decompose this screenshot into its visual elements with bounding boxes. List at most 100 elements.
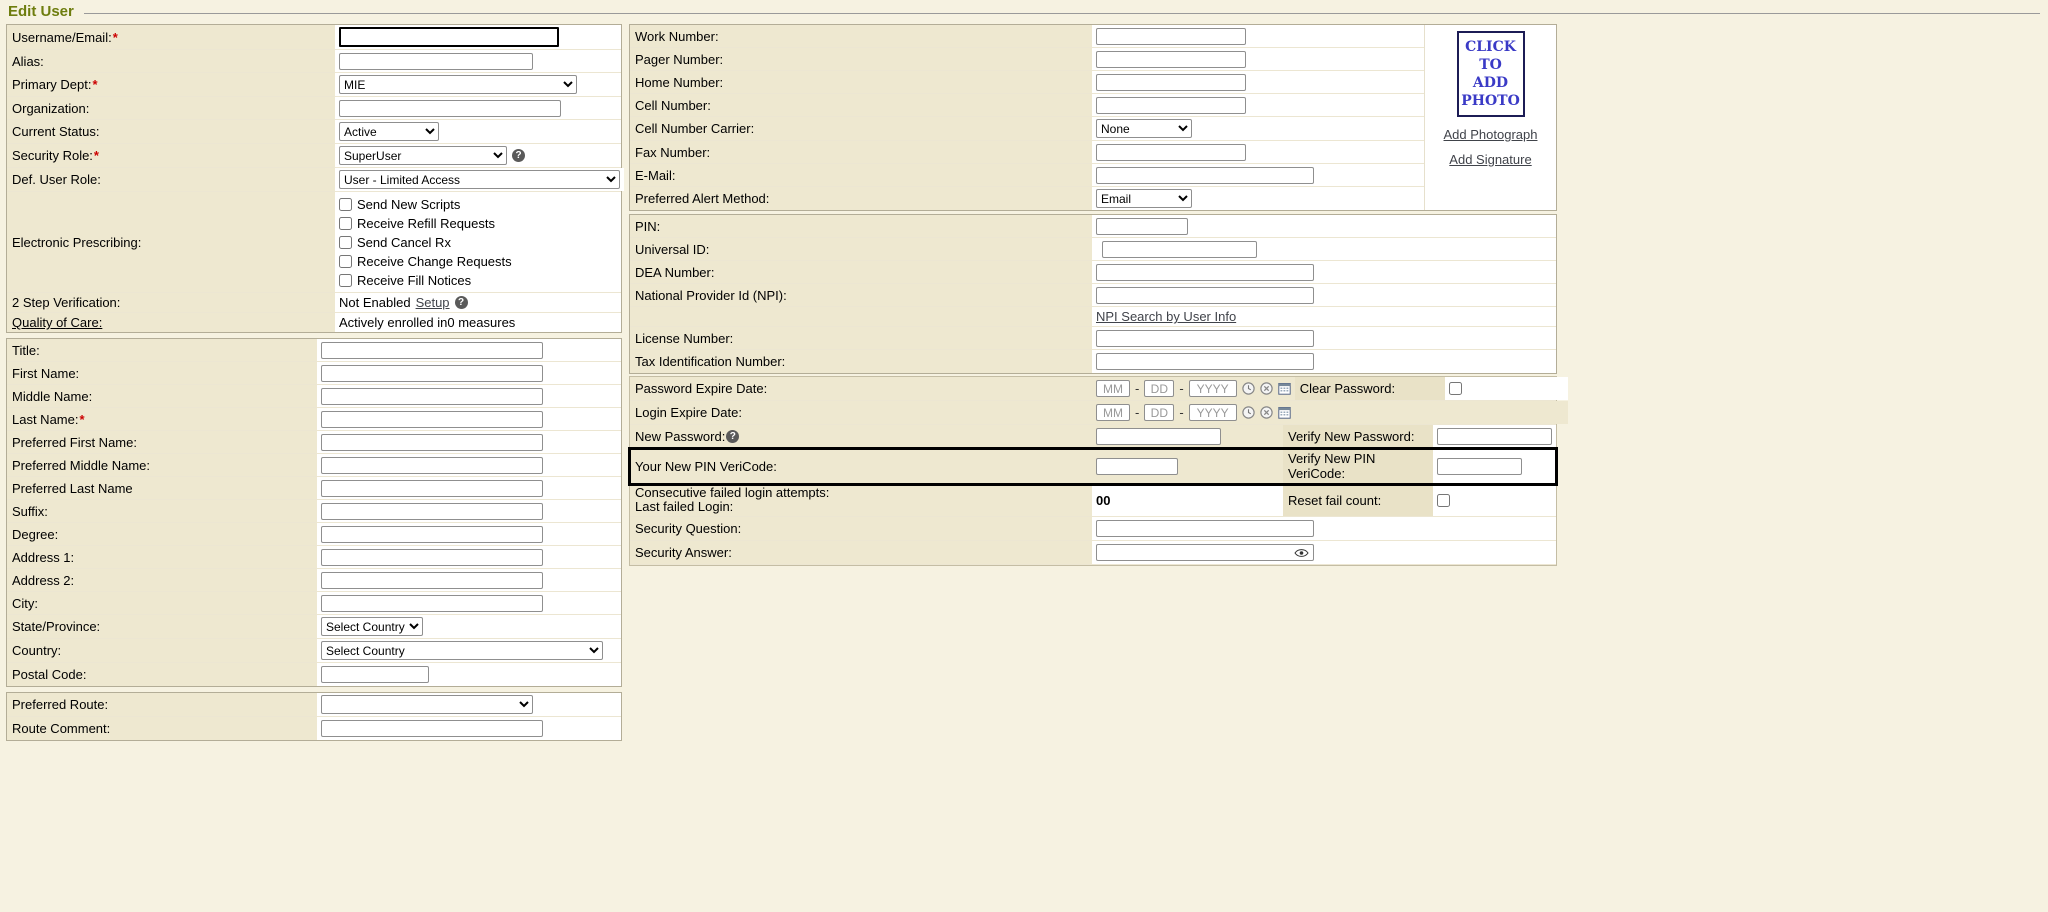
photo-links: Add Photograph Add Signature — [1444, 127, 1538, 167]
clear-password-checkbox[interactable] — [1449, 382, 1462, 395]
suffix-input[interactable] — [321, 503, 543, 520]
postal-code-input[interactable] — [321, 666, 429, 683]
clear-date-icon[interactable] — [1260, 406, 1273, 419]
preferred-route-select[interactable] — [321, 695, 533, 714]
state-province-select[interactable]: Select Country — [321, 617, 423, 636]
city-input[interactable] — [321, 595, 543, 612]
verify-new-password-label: Verify New Password: — [1283, 425, 1433, 448]
cell-carrier-field: None — [1092, 117, 1424, 140]
label-text: Preferred First Name: — [12, 435, 137, 450]
country-select[interactable]: Select Country — [321, 641, 603, 660]
login-expire-yyyy-input[interactable] — [1189, 404, 1237, 421]
license-number-input[interactable] — [1096, 330, 1314, 347]
left-column: Username/Email:* Alias: Primary Dept:* — [6, 24, 622, 741]
title-input[interactable] — [321, 342, 543, 359]
preferred-first-name-input[interactable] — [321, 434, 543, 451]
cell-number-input[interactable] — [1096, 97, 1246, 114]
reset-fail-count-checkbox[interactable] — [1437, 494, 1450, 507]
eye-icon[interactable] — [1294, 548, 1309, 558]
send-new-scripts-option[interactable]: Send New Scripts — [339, 195, 460, 213]
help-icon[interactable]: ? — [512, 149, 525, 162]
send-cancel-rx-option[interactable]: Send Cancel Rx — [339, 233, 451, 251]
verify-new-password-input[interactable] — [1437, 428, 1552, 445]
last-name-input[interactable] — [321, 411, 543, 428]
current-status-select[interactable]: Active — [339, 122, 439, 141]
pin-input[interactable] — [1096, 218, 1188, 235]
login-expire-dd-input[interactable] — [1144, 404, 1174, 421]
password-expire-dd-input[interactable] — [1144, 380, 1174, 397]
address2-input[interactable] — [321, 572, 543, 589]
npi-input[interactable] — [1096, 287, 1314, 304]
password-expire-mm-input[interactable] — [1096, 380, 1130, 397]
send-new-scripts-checkbox[interactable] — [339, 198, 352, 211]
address1-input[interactable] — [321, 549, 543, 566]
preferred-last-name-input[interactable] — [321, 480, 543, 497]
new-pin-vericode-label: Your New PIN VeriCode: — [630, 449, 1092, 483]
help-icon[interactable]: ? — [455, 296, 468, 309]
login-expire-mm-input[interactable] — [1096, 404, 1130, 421]
universal-id-input[interactable] — [1102, 241, 1257, 258]
home-number-row: Home Number: — [630, 71, 1424, 94]
failed-login-count: 00 — [1096, 493, 1110, 508]
receive-change-requests-option[interactable]: Receive Change Requests — [339, 252, 512, 270]
cell-carrier-select[interactable]: None — [1096, 119, 1192, 138]
verify-new-pin-vericode-input[interactable] — [1437, 458, 1522, 475]
degree-input[interactable] — [321, 526, 543, 543]
password-expire-yyyy-input[interactable] — [1189, 380, 1237, 397]
setup-link[interactable]: Setup — [416, 295, 450, 310]
alert-method-select[interactable]: Email — [1096, 189, 1192, 208]
pager-number-input[interactable] — [1096, 51, 1246, 68]
clock-icon[interactable] — [1242, 382, 1255, 395]
quality-of-care-link[interactable]: Quality of Care: — [12, 315, 102, 330]
username-input[interactable] — [339, 27, 559, 47]
preferred-middle-name-input[interactable] — [321, 457, 543, 474]
receive-fill-notices-checkbox[interactable] — [339, 274, 352, 287]
tax-id-input[interactable] — [1096, 353, 1314, 370]
send-cancel-rx-checkbox[interactable] — [339, 236, 352, 249]
work-number-input[interactable] — [1096, 28, 1246, 45]
receive-fill-notices-option[interactable]: Receive Fill Notices — [339, 271, 471, 289]
receive-refill-requests-option[interactable]: Receive Refill Requests — [339, 214, 495, 232]
security-question-input[interactable] — [1096, 520, 1314, 537]
new-pin-vericode-field — [1092, 449, 1283, 483]
email-input[interactable] — [1096, 167, 1314, 184]
alert-method-field: Email — [1092, 187, 1424, 210]
route-section: Preferred Route: Route Comment: — [6, 692, 622, 741]
middle-name-input[interactable] — [321, 388, 543, 405]
calendar-icon[interactable] — [1278, 382, 1291, 395]
home-number-input[interactable] — [1096, 74, 1246, 91]
new-pin-vericode-input[interactable] — [1096, 458, 1178, 475]
organization-row: Organization: — [7, 97, 621, 120]
add-photograph-link[interactable]: Add Photograph — [1444, 127, 1538, 142]
receive-refill-requests-checkbox[interactable] — [339, 217, 352, 230]
label-text: Def. User Role: — [12, 172, 101, 187]
photo-placeholder-box[interactable]: CLICK TO ADD PHOTO — [1457, 31, 1525, 117]
alias-input[interactable] — [339, 53, 533, 70]
clock-icon[interactable] — [1242, 406, 1255, 419]
calendar-icon[interactable] — [1278, 406, 1291, 419]
organization-input[interactable] — [339, 100, 561, 117]
preferred-middle-name-field — [317, 454, 621, 476]
def-user-role-select[interactable]: User - Limited Access — [339, 170, 620, 189]
first-name-input[interactable] — [321, 365, 543, 382]
label-text: Clear Password: — [1300, 381, 1395, 396]
suffix-field — [317, 500, 621, 522]
clear-date-icon[interactable] — [1260, 382, 1273, 395]
current-status-field: Active — [335, 120, 621, 143]
receive-change-requests-checkbox[interactable] — [339, 255, 352, 268]
npi-search-link[interactable]: NPI Search by User Info — [1096, 309, 1236, 324]
security-role-select[interactable]: SuperUser — [339, 146, 507, 165]
fax-number-input[interactable] — [1096, 144, 1246, 161]
dea-number-input[interactable] — [1096, 264, 1314, 281]
add-signature-link[interactable]: Add Signature — [1449, 152, 1531, 167]
security-answer-input[interactable] — [1096, 544, 1314, 561]
email-label: E-Mail: — [630, 164, 1092, 186]
def-user-role-row: Def. User Role: User - Limited Access — [7, 168, 621, 192]
help-icon[interactable]: ? — [726, 430, 739, 443]
primary-dept-select[interactable]: MIE — [339, 75, 577, 94]
new-password-input[interactable] — [1096, 428, 1221, 445]
security-question-label: Security Question: — [630, 517, 1092, 540]
preferred-route-field — [317, 693, 621, 716]
route-comment-input[interactable] — [321, 720, 543, 737]
failed-login-count-field: 00 — [1092, 484, 1283, 516]
